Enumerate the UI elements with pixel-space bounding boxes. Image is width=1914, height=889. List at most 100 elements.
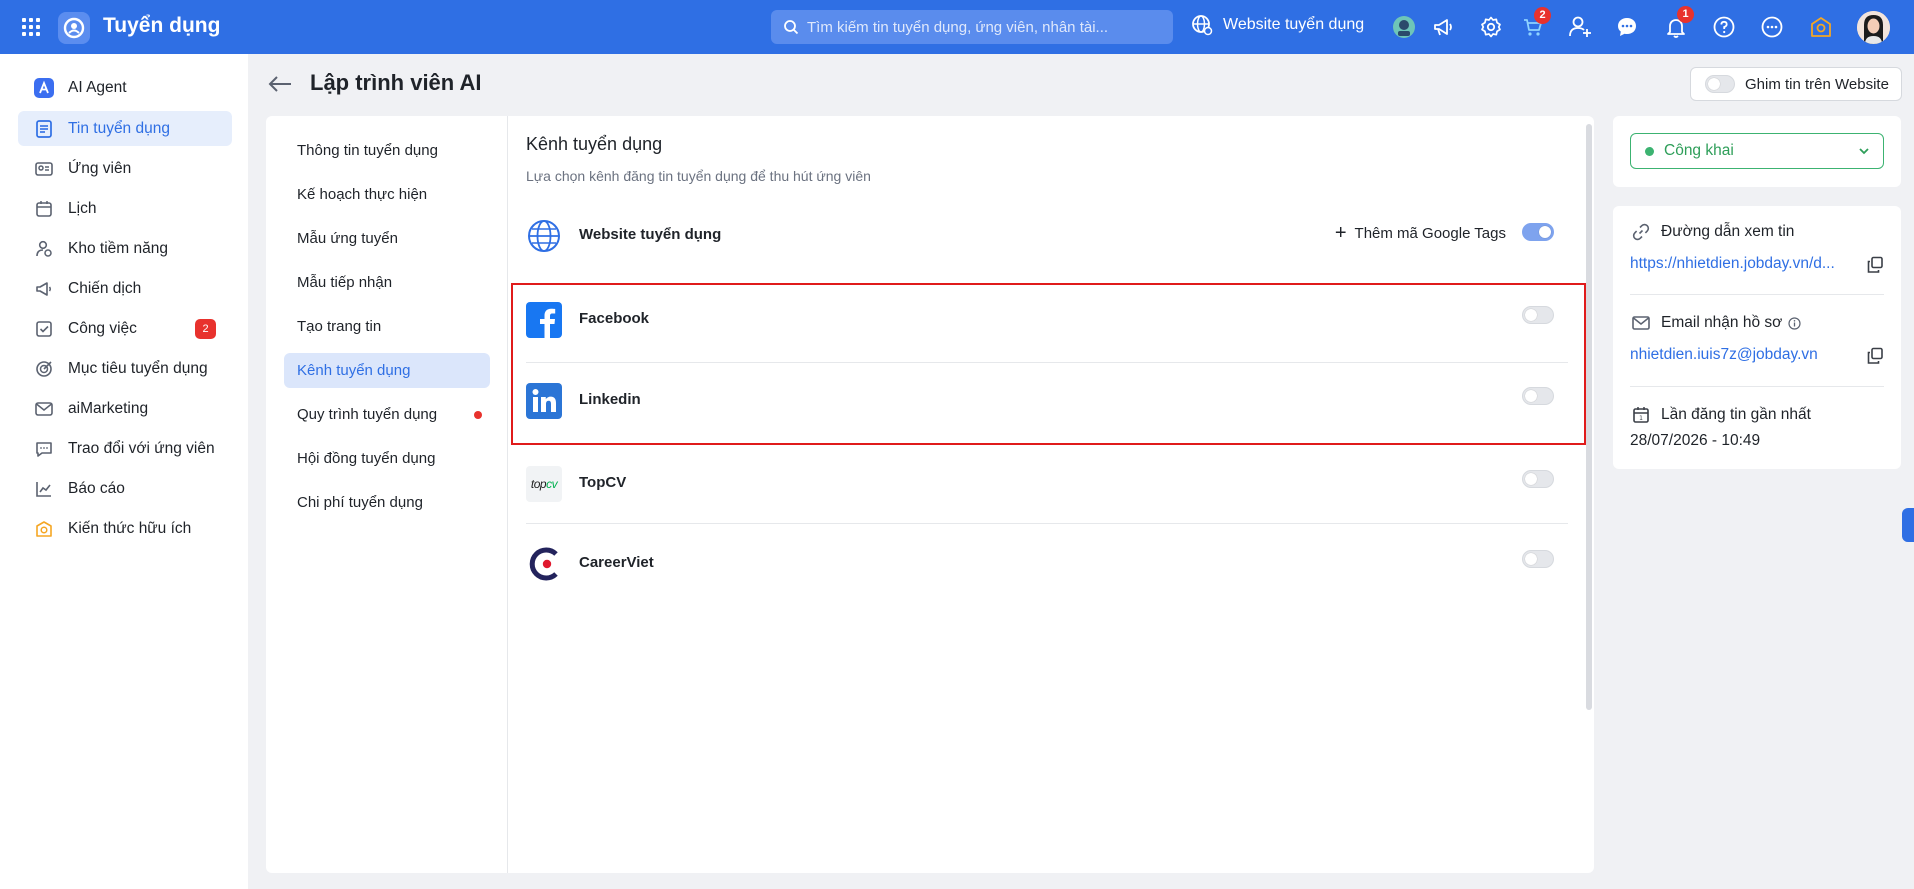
page-title: Lập trình viên AI — [310, 70, 482, 95]
job-info-card: Đường dẫn xem tin https://nhietdien.jobd… — [1613, 206, 1901, 469]
chevron-down-icon — [1859, 148, 1869, 155]
search-icon — [784, 20, 799, 35]
subnav-label: Quy trình tuyển dụng — [297, 406, 438, 423]
sidebar-item-kho-tiem-nang[interactable]: Kho tiềm năng — [18, 231, 232, 266]
task-icon — [33, 318, 55, 340]
last-post-value: 28/07/2026 - 10:49 — [1630, 432, 1761, 449]
visibility-status-select[interactable]: Công khai — [1630, 133, 1884, 169]
bell-icon[interactable]: 1 — [1661, 6, 1694, 42]
sidebar-item-muc-tieu[interactable]: Mục tiêu tuyển dụng — [18, 351, 232, 386]
google-tags-label: Thêm mã Google Tags — [1354, 225, 1506, 242]
view-link-url[interactable]: https://nhietdien.jobday.vn/d... — [1630, 255, 1835, 273]
search-box[interactable]: Tìm kiếm tin tuyển dụng, ứng viên, nhân … — [771, 10, 1173, 44]
subnav-mau-ung-tuyen[interactable]: Mẫu ứng tuyển — [284, 221, 490, 256]
more-options-icon[interactable] — [1757, 12, 1787, 42]
subnav-tao-trang-tin[interactable]: Tạo trang tin — [284, 309, 490, 344]
gear-icon[interactable] — [1476, 12, 1506, 42]
chat-bubble-icon[interactable] — [1612, 12, 1642, 42]
careerviet-channel-toggle[interactable] — [1522, 550, 1554, 568]
reward-icon[interactable] — [1806, 12, 1836, 42]
calendar-icon — [33, 198, 55, 220]
bot-avatar-icon[interactable] — [1389, 12, 1419, 42]
sidebar-item-ai-agent[interactable]: AI Agent — [18, 70, 232, 105]
sidebar-item-label: Lịch — [68, 199, 97, 217]
website-label: Website tuyển dụng — [1223, 16, 1365, 33]
pin-on-website-toggle[interactable]: Ghim tin trên Website — [1690, 67, 1902, 101]
job-settings-card: Thông tin tuyển dụng Kế hoạch thực hiện … — [266, 116, 1594, 873]
user-avatar[interactable] — [1857, 11, 1890, 44]
section-subtitle: Lựa chọn kênh đăng tin tuyển dụng để thu… — [526, 168, 871, 184]
copy-link-icon[interactable] — [1865, 255, 1885, 275]
info-divider — [1630, 294, 1884, 295]
cart-icon[interactable]: 2 — [1518, 7, 1551, 42]
subnav-hoi-dong[interactable]: Hội đồng tuyển dụng — [284, 441, 490, 476]
website-channel-toggle[interactable] — [1522, 223, 1554, 241]
sidebar-item-label: Báo cáo — [68, 479, 125, 497]
email-label: Email nhận hồ sơ — [1661, 314, 1783, 331]
info-icon[interactable] — [1788, 316, 1801, 330]
calendar-icon: 1 — [1633, 407, 1649, 423]
channel-row-careerviet: CareerViet — [526, 524, 1568, 604]
highlight-frame — [511, 283, 1586, 445]
sidebar-item-chien-dich[interactable]: Chiến dịch — [18, 271, 232, 306]
search-input[interactable]: Tìm kiếm tin tuyển dụng, ứng viên, nhân … — [807, 19, 1108, 36]
sidebar-item-label: Kho tiềm năng — [68, 239, 168, 257]
cart-badge: 2 — [1534, 7, 1551, 24]
subnav-mau-tiep-nhan[interactable]: Mẫu tiếp nhận — [284, 265, 490, 300]
job-post-icon — [33, 118, 55, 140]
sidebar-item-trao-doi[interactable]: Trao đổi với ứng viên — [18, 431, 232, 466]
channel-name: Website tuyển dụng — [579, 226, 722, 243]
pin-toggle-switch[interactable] — [1705, 75, 1735, 93]
globe-settings-icon — [1192, 15, 1213, 36]
topcv-channel-toggle[interactable] — [1522, 470, 1554, 488]
candidate-icon — [33, 158, 55, 180]
sidebar-item-ung-vien[interactable]: Ứng viên — [18, 151, 232, 186]
mail-icon — [1632, 316, 1650, 330]
website-tuyen-dung-link[interactable]: Website tuyển dụng — [1191, 14, 1364, 36]
subnav-thong-tin[interactable]: Thông tin tuyển dụng — [284, 133, 490, 168]
sidebar-item-lich[interactable]: Lịch — [18, 191, 232, 226]
job-settings-subnav: Thông tin tuyển dụng Kế hoạch thực hiện … — [266, 116, 508, 873]
globe-icon — [526, 218, 562, 254]
back-arrow-icon[interactable] — [266, 70, 294, 98]
collapse-panel-tab[interactable] — [1902, 508, 1914, 542]
content-scrollbar[interactable] — [1586, 124, 1592, 710]
channel-row-website: Website tuyển dụng + Thêm mã Google Tags — [526, 198, 1568, 278]
svg-text:1: 1 — [1639, 415, 1643, 422]
sidebar-item-label: Mục tiêu tuyển dụng — [68, 359, 208, 377]
sidebar-item-label: Trao đổi với ứng viên — [68, 439, 215, 457]
subnav-kenh-tuyen-dung[interactable]: Kênh tuyển dụng — [284, 353, 490, 388]
view-link-label: Đường dẫn xem tin — [1661, 223, 1795, 240]
unsaved-dot — [474, 411, 482, 419]
sidebar-item-label: aiMarketing — [68, 399, 149, 417]
top-bar: Tuyển dụng Tìm kiếm tin tuyển dụng, ứng … — [0, 0, 1914, 54]
report-icon — [33, 478, 55, 500]
subnav-ke-hoach[interactable]: Kế hoạch thực hiện — [284, 177, 490, 212]
topcv-logo-icon: topcv — [526, 466, 562, 502]
sidebar-item-cong-viec[interactable]: Công việc 2 — [18, 311, 232, 346]
info-divider — [1630, 386, 1884, 387]
email-value[interactable]: nhietdien.iuis7z@jobday.vn — [1630, 346, 1818, 364]
email-heading: Email nhận hồ sơ — [1631, 313, 1801, 333]
copy-email-icon[interactable] — [1865, 346, 1885, 366]
sidebar-item-tin-tuyen-dung[interactable]: Tin tuyển dụng — [18, 111, 232, 146]
subnav-quy-trinh[interactable]: Quy trình tuyển dụng — [284, 397, 490, 432]
ai-agent-icon — [33, 77, 55, 99]
careerviet-logo-icon — [526, 546, 562, 582]
sidebar-item-label: AI Agent — [68, 78, 127, 96]
sidebar-item-label: Công việc — [68, 319, 137, 337]
sidebar-item-kien-thuc[interactable]: Kiến thức hữu ích — [18, 511, 232, 546]
apps-grid-icon[interactable] — [20, 16, 42, 38]
add-user-icon[interactable] — [1565, 12, 1595, 42]
channel-row-topcv: topcv TopCV — [526, 444, 1568, 524]
subnav-chi-phi[interactable]: Chi phí tuyển dụng — [284, 485, 490, 520]
main-sidebar: AI Agent Tin tuyển dụng Ứng viên Lịch Kh… — [0, 54, 248, 889]
channel-name: CareerViet — [579, 554, 654, 571]
megaphone-icon[interactable] — [1429, 12, 1459, 42]
sidebar-item-aimarketing[interactable]: aiMarketing — [18, 391, 232, 426]
add-google-tags-button[interactable]: + Thêm mã Google Tags — [1335, 222, 1506, 245]
help-icon[interactable] — [1709, 12, 1739, 42]
sidebar-item-bao-cao[interactable]: Báo cáo — [18, 471, 232, 506]
knowledge-icon — [33, 518, 55, 540]
link-icon — [1632, 223, 1650, 241]
